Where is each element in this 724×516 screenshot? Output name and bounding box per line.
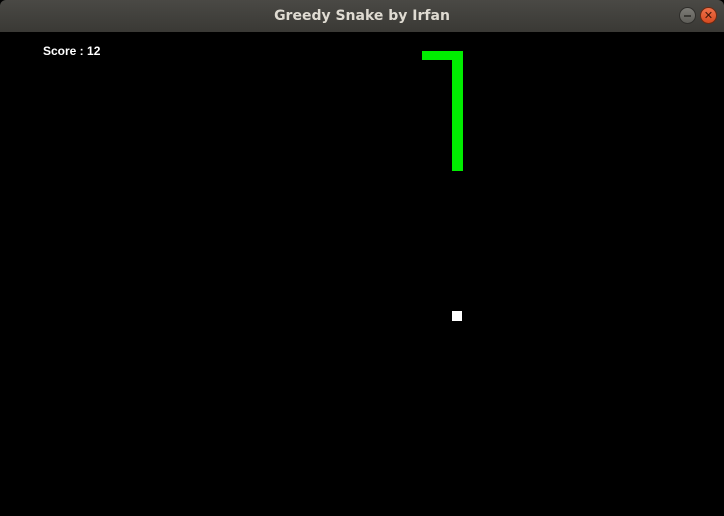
close-button[interactable]: ✕	[700, 7, 717, 24]
window-title: Greedy Snake by Irfan	[274, 8, 450, 24]
close-icon: ✕	[703, 9, 714, 22]
food-pellet	[452, 311, 462, 321]
game-window: Greedy Snake by Irfan ✕ Score : 12	[0, 0, 724, 516]
title-bar[interactable]: Greedy Snake by Irfan ✕	[0, 0, 724, 32]
minimize-icon	[684, 15, 691, 17]
game-canvas[interactable]: Score : 12	[1, 32, 723, 514]
snake-segment	[452, 51, 463, 171]
minimize-button[interactable]	[679, 7, 696, 24]
score-label: Score : 12	[43, 44, 101, 58]
